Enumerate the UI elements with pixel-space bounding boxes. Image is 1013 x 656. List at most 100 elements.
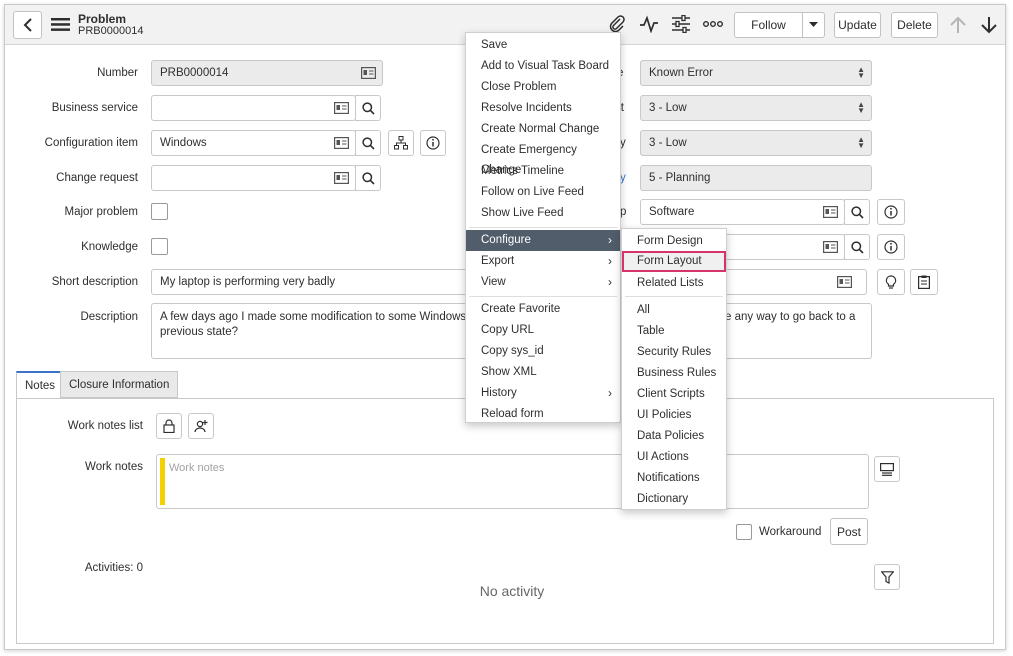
description-line2: previous state? bbox=[160, 326, 238, 338]
submenu-item-business-rules[interactable]: Business Rules bbox=[622, 363, 726, 383]
context-menu: Save Add to Visual Task Board Close Prob… bbox=[465, 32, 621, 423]
card-icon bbox=[334, 137, 349, 149]
menu-item-resolve-incidents[interactable]: Resolve Incidents bbox=[466, 98, 620, 118]
category-info-button[interactable] bbox=[877, 199, 905, 225]
ellipsis-icon[interactable] bbox=[703, 19, 723, 32]
tab-closure-information[interactable]: Closure Information bbox=[60, 371, 179, 398]
menu-item-view-label: View bbox=[481, 276, 506, 288]
short-description-field-end[interactable] bbox=[725, 269, 867, 295]
info-icon bbox=[884, 205, 898, 219]
menu-item-history[interactable]: History › bbox=[466, 383, 620, 403]
change-request-search-button[interactable] bbox=[355, 165, 381, 191]
menu-item-add-to-visual-task-board[interactable]: Add to Visual Task Board bbox=[466, 56, 620, 76]
impact-value: 3 - Low bbox=[649, 102, 687, 114]
submenu-item-notifications[interactable]: Notifications bbox=[622, 468, 726, 488]
follow-dropdown-button[interactable] bbox=[802, 12, 825, 38]
menu-separator bbox=[625, 296, 723, 297]
business-service-search-button[interactable] bbox=[355, 95, 381, 121]
submenu-item-form-design[interactable]: Form Design bbox=[622, 231, 726, 251]
submenu-item-client-scripts[interactable]: Client Scripts bbox=[622, 384, 726, 404]
submenu-item-table[interactable]: Table bbox=[622, 321, 726, 341]
app-window: Problem PRB0000014 Follow Update Delete … bbox=[4, 4, 1006, 650]
workaround-checkbox[interactable] bbox=[736, 524, 752, 540]
card-icon bbox=[334, 102, 349, 114]
tab-notes[interactable]: Notes bbox=[16, 371, 65, 399]
page-title: Problem bbox=[78, 12, 127, 26]
work-notes-list-lock-button[interactable] bbox=[156, 413, 182, 439]
menu-item-view[interactable]: View › bbox=[466, 272, 620, 292]
category-field[interactable]: Software bbox=[640, 199, 845, 225]
urgency-value: 3 - Low bbox=[649, 137, 687, 149]
submenu-item-related-lists[interactable]: Related Lists bbox=[622, 273, 726, 293]
lock-icon bbox=[163, 419, 175, 433]
work-notes-list-add-me-button[interactable] bbox=[188, 413, 214, 439]
update-button[interactable]: Update bbox=[834, 12, 881, 38]
description-field[interactable]: A few days ago I made some modification … bbox=[151, 303, 494, 359]
short-description-label: Short description bbox=[51, 276, 138, 288]
change-request-field[interactable] bbox=[151, 165, 356, 191]
business-service-field[interactable] bbox=[151, 95, 356, 121]
priority-value: 5 - Planning bbox=[649, 172, 711, 184]
configuration-item-search-button[interactable] bbox=[355, 130, 381, 156]
description-field-end[interactable]: e any way to go back to a bbox=[725, 303, 872, 359]
arrow-down-icon[interactable] bbox=[980, 16, 998, 37]
filter-icon bbox=[880, 570, 894, 584]
short-description-field[interactable]: My laptop is performing very badly bbox=[151, 269, 471, 295]
menu-separator bbox=[469, 227, 617, 228]
menu-item-metrics-timeline[interactable]: Metrics Timeline bbox=[466, 161, 620, 181]
delete-button[interactable]: Delete bbox=[891, 12, 938, 38]
menu-item-show-xml[interactable]: Show XML bbox=[466, 362, 620, 382]
menu-item-close-problem[interactable]: Close Problem bbox=[466, 77, 620, 97]
suggestion-button[interactable] bbox=[877, 269, 905, 295]
record-number: PRB0000014 bbox=[78, 25, 144, 37]
impact-select[interactable]: 3 - Low ▲ ▼ bbox=[640, 95, 872, 121]
menu-item-reload-form[interactable]: Reload form bbox=[466, 404, 620, 424]
submenu-item-form-layout[interactable]: Form Layout bbox=[622, 251, 726, 272]
category-search-button[interactable] bbox=[844, 199, 870, 225]
follow-button[interactable]: Follow bbox=[734, 12, 803, 38]
back-button[interactable] bbox=[13, 11, 42, 39]
submenu-item-dictionary[interactable]: Dictionary bbox=[622, 489, 726, 509]
menu-item-create-favorite[interactable]: Create Favorite bbox=[466, 299, 620, 319]
menu-item-follow-on-live-feed[interactable]: Follow on Live Feed bbox=[466, 182, 620, 202]
description-line1-end: e any way to go back to a bbox=[725, 311, 856, 323]
chevron-left-icon bbox=[23, 18, 32, 32]
assigned-search-button[interactable] bbox=[844, 234, 870, 260]
chevron-right-icon: › bbox=[608, 233, 612, 247]
menu-item-create-emergency-change[interactable]: Create Emergency Change bbox=[466, 140, 620, 176]
major-problem-label: Major problem bbox=[64, 206, 139, 218]
menu-item-create-normal-change[interactable]: Create Normal Change bbox=[466, 119, 620, 139]
template-button[interactable] bbox=[910, 269, 938, 295]
submenu-item-ui-actions[interactable]: UI Actions bbox=[622, 447, 726, 467]
configuration-item-field[interactable]: Windows bbox=[151, 130, 356, 156]
configuration-item-info-button[interactable] bbox=[420, 130, 446, 156]
submenu-item-ui-policies[interactable]: UI Policies bbox=[622, 405, 726, 425]
knowledge-checkbox[interactable] bbox=[151, 238, 168, 255]
dependency-map-button[interactable] bbox=[388, 130, 414, 156]
hamburger-icon[interactable] bbox=[51, 17, 70, 35]
compose-toggle-button[interactable] bbox=[874, 456, 900, 482]
state-select[interactable]: Known Error ▲ ▼ bbox=[640, 60, 872, 86]
work-notes-placeholder: Work notes bbox=[169, 462, 225, 474]
menu-item-show-live-feed[interactable]: Show Live Feed bbox=[466, 203, 620, 223]
number-field[interactable]: PRB0000014 bbox=[151, 60, 383, 86]
menu-item-copy-sys-id[interactable]: Copy sys_id bbox=[466, 341, 620, 361]
work-notes-textarea[interactable]: Work notes bbox=[156, 454, 869, 509]
major-problem-checkbox[interactable] bbox=[151, 203, 168, 220]
urgency-select[interactable]: 3 - Low ▲ ▼ bbox=[640, 130, 872, 156]
menu-item-configure[interactable]: Configure › bbox=[466, 230, 620, 251]
notes-panel: Work notes list Work notes Work notes Wo… bbox=[16, 398, 994, 644]
post-button[interactable]: Post bbox=[830, 518, 868, 545]
menu-item-save[interactable]: Save bbox=[466, 35, 620, 55]
menu-item-export[interactable]: Export › bbox=[466, 251, 620, 271]
assigned-info-button[interactable] bbox=[877, 234, 905, 260]
pulse-icon[interactable] bbox=[639, 15, 659, 36]
menu-item-copy-url[interactable]: Copy URL bbox=[466, 320, 620, 340]
chevron-right-icon: › bbox=[608, 275, 612, 289]
sliders-icon[interactable] bbox=[671, 14, 691, 36]
arrow-up-icon[interactable] bbox=[949, 16, 967, 37]
work-notes-label: Work notes bbox=[85, 461, 143, 473]
submenu-item-data-policies[interactable]: Data Policies bbox=[622, 426, 726, 446]
submenu-item-security-rules[interactable]: Security Rules bbox=[622, 342, 726, 362]
submenu-item-all[interactable]: All bbox=[622, 300, 726, 320]
